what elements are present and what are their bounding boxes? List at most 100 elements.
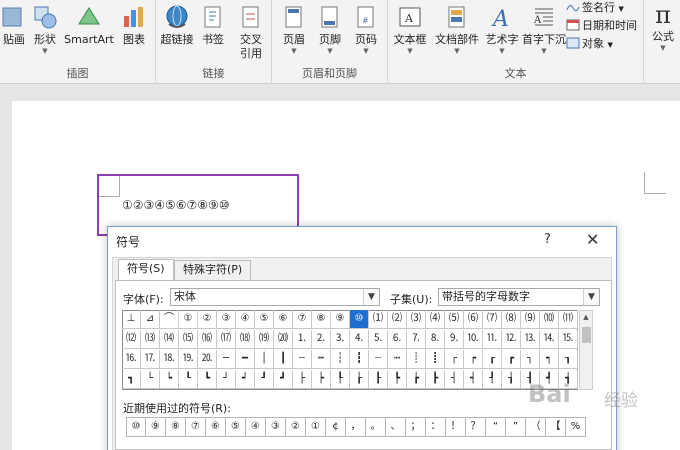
recent-symbol-cell[interactable]: ⑦ — [186, 417, 206, 437]
symbol-cell[interactable]: ⑨ — [331, 310, 350, 329]
recent-symbol-cell[interactable]: ⑧ — [166, 417, 186, 437]
symbol-cell[interactable]: ┏ — [502, 350, 521, 369]
symbol-cell[interactable]: ┓ — [122, 370, 141, 389]
scroll-thumb[interactable] — [582, 327, 591, 343]
symbol-cell[interactable]: ⒇ — [274, 330, 293, 349]
symbol-cell[interactable]: ┈ — [369, 350, 388, 369]
symbol-cell[interactable]: ⒊ — [331, 330, 350, 349]
recent-symbol-cell[interactable]: 。 — [366, 417, 386, 437]
symbol-cell[interactable]: ⑦ — [293, 310, 312, 329]
symbol-cell[interactable]: ┃ — [274, 350, 293, 369]
page-number-button[interactable]: # 页码 ▼ — [348, 0, 384, 55]
recent-symbol-cell[interactable]: ① — [306, 417, 326, 437]
symbol-cell[interactable]: ⒑ — [464, 330, 483, 349]
symbol-cell[interactable]: ⒎ — [407, 330, 426, 349]
symbol-cell[interactable]: ┋ — [426, 350, 445, 369]
symbol-cell[interactable]: ⒕ — [540, 330, 559, 349]
symbol-cell[interactable]: ⒚ — [179, 350, 198, 369]
recent-symbol-cell[interactable]: ？ — [466, 417, 486, 437]
symbol-cell[interactable]: ┗ — [198, 370, 217, 389]
symbol-cell[interactable]: ⒋ — [350, 330, 369, 349]
symbol-cell[interactable]: ⑩ — [350, 310, 369, 329]
symbol-cell[interactable]: ┎ — [483, 350, 502, 369]
textbox-button[interactable]: A 文本框 ▼ — [390, 0, 430, 55]
symbol-cell[interactable]: ⒍ — [388, 330, 407, 349]
symbol-cell[interactable]: ┕ — [160, 370, 179, 389]
tab-symbols[interactable]: 符号(S) — [118, 259, 174, 281]
symbol-cell[interactable]: ┙ — [236, 370, 255, 389]
symbol-cell[interactable]: ┣ — [426, 370, 445, 389]
symbol-cell[interactable]: ⒒ — [483, 330, 502, 349]
symbol-cell[interactable]: ⑺ — [483, 310, 502, 329]
equation-button[interactable]: π 公式 ▼ — [646, 0, 680, 52]
symbol-cell[interactable]: ┉ — [388, 350, 407, 369]
smartart-button[interactable]: SmartArt — [62, 0, 116, 47]
symbol-cell[interactable]: ┊ — [407, 350, 426, 369]
chevron-up-icon[interactable]: ▲ — [580, 311, 592, 323]
symbol-cell[interactable]: ⒂ — [179, 330, 198, 349]
hyperlink-button[interactable]: 超链接 — [158, 0, 196, 47]
symbol-cell[interactable]: ⒈ — [293, 330, 312, 349]
symbol-cell[interactable]: ⒙ — [160, 350, 179, 369]
symbol-cell[interactable]: ⒏ — [426, 330, 445, 349]
subset-select[interactable]: 带括号的字母数字 ▼ — [438, 288, 600, 306]
symbol-cell[interactable]: ⑤ — [255, 310, 274, 329]
clipart-button[interactable]: 贴画 — [0, 0, 28, 47]
symbol-cell[interactable]: ⑧ — [312, 310, 331, 329]
recent-symbol-cell[interactable]: ⑨ — [146, 417, 166, 437]
symbol-cell[interactable]: ┑ — [540, 350, 559, 369]
bookmark-button[interactable]: 书签 — [196, 0, 230, 47]
recent-symbol-cell[interactable]: ， — [346, 417, 366, 437]
symbol-cell[interactable]: ┄ — [293, 350, 312, 369]
drop-cap-button[interactable]: A 首字下沉 ▼ — [522, 0, 566, 55]
recent-symbol-cell[interactable]: ⑤ — [226, 417, 246, 437]
recent-symbol-cell[interactable]: ： — [426, 417, 446, 437]
symbol-cell[interactable]: ⒓ — [502, 330, 521, 349]
object-button[interactable]: 对象 ▼ — [566, 36, 613, 52]
symbol-cell[interactable]: ┡ — [388, 370, 407, 389]
recent-symbol-cell[interactable]: （ — [526, 417, 546, 437]
recent-symbol-cell[interactable]: ¢ — [326, 417, 346, 437]
symbol-cell[interactable]: ┐ — [521, 350, 540, 369]
symbol-cell[interactable]: ⒄ — [217, 330, 236, 349]
recent-symbol-cell[interactable]: 、 — [386, 417, 406, 437]
chart-button[interactable]: 图表 — [116, 0, 152, 47]
symbol-cell[interactable]: ┢ — [407, 370, 426, 389]
wordart-button[interactable]: A 艺术字 ▼ — [482, 0, 522, 55]
close-button[interactable]: ✕ — [586, 230, 599, 249]
symbol-cell[interactable]: ┤ — [445, 370, 464, 389]
symbol-cell[interactable]: ① — [179, 310, 198, 329]
symbol-cell[interactable]: ┍ — [464, 350, 483, 369]
symbol-cell[interactable]: ⒔ — [521, 330, 540, 349]
symbol-cell[interactable]: ┝ — [312, 370, 331, 389]
signature-line-button[interactable]: 签名行 ▼ — [566, 0, 624, 16]
symbol-cell[interactable]: ⑥ — [274, 310, 293, 329]
symbol-cell[interactable]: ┟ — [350, 370, 369, 389]
symbol-cell[interactable]: ┚ — [255, 370, 274, 389]
symbol-cell[interactable]: ┧ — [502, 370, 521, 389]
symbol-cell[interactable]: ⑿ — [122, 330, 141, 349]
symbol-cell[interactable]: ⒛ — [198, 350, 217, 369]
cross-reference-button[interactable]: 交叉 引用 — [232, 0, 270, 61]
recent-symbol-cell[interactable]: “ — [486, 417, 506, 437]
recent-symbol-cell[interactable]: % — [566, 417, 586, 437]
symbol-cell[interactable]: ─ — [217, 350, 236, 369]
symbol-cell[interactable]: ┇ — [350, 350, 369, 369]
symbol-grid-scrollbar[interactable]: ▲ — [579, 310, 593, 390]
recent-symbol-cell[interactable]: ； — [406, 417, 426, 437]
symbol-cell[interactable]: ⑻ — [502, 310, 521, 329]
symbol-cell[interactable]: ③ — [217, 310, 236, 329]
symbol-cell[interactable]: ⒆ — [255, 330, 274, 349]
symbol-cell[interactable]: ┞ — [331, 370, 350, 389]
tab-special-characters[interactable]: 特殊字符(P) — [174, 260, 252, 280]
symbol-cell[interactable]: ━ — [236, 350, 255, 369]
symbol-cell[interactable]: ├ — [293, 370, 312, 389]
symbol-cell[interactable]: ⒌ — [369, 330, 388, 349]
symbol-cell[interactable]: ⊿ — [141, 310, 160, 329]
recent-symbol-cell[interactable]: ⑥ — [206, 417, 226, 437]
help-button[interactable]: ? — [544, 232, 551, 247]
symbol-cell[interactable]: ┛ — [274, 370, 293, 389]
header-button[interactable]: 页眉 ▼ — [276, 0, 312, 55]
symbol-cell[interactable]: ⒖ — [559, 330, 578, 349]
recent-symbol-cell[interactable]: ” — [506, 417, 526, 437]
